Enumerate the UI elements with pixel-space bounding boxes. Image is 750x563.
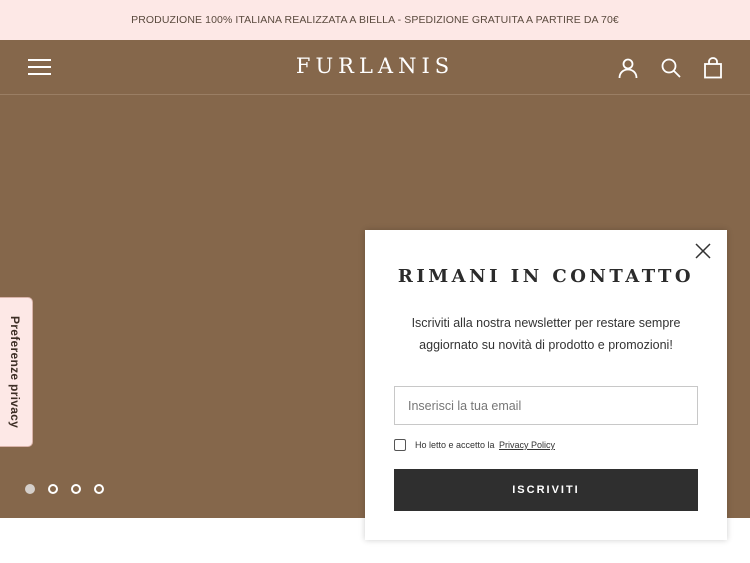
site-header: FURLANIS [0, 40, 750, 95]
account-icon[interactable] [616, 56, 640, 80]
consent-checkbox[interactable] [394, 439, 406, 451]
announcement-text: PRODUZIONE 100% ITALIANA REALIZZATA A BI… [131, 14, 619, 26]
slideshow-dots [25, 484, 104, 494]
subscribe-button[interactable]: ISCRIVITI [394, 469, 698, 511]
privacy-preferences-tab[interactable]: Preferenze privacy [0, 297, 33, 447]
search-icon[interactable] [659, 56, 683, 80]
consent-text: Ho letto e accetto la [415, 440, 495, 450]
slide-dot-3[interactable] [71, 484, 81, 494]
popup-title: RIMANI IN CONTATTO [397, 266, 695, 287]
privacy-policy-link[interactable]: Privacy Policy [499, 440, 555, 450]
slide-dot-1[interactable] [25, 484, 35, 494]
close-icon[interactable] [694, 242, 712, 260]
shopping-bag-icon[interactable] [701, 56, 725, 80]
announcement-bar: PRODUZIONE 100% ITALIANA REALIZZATA A BI… [0, 0, 750, 40]
newsletter-popup: RIMANI IN CONTATTO Iscriviti alla nostra… [365, 230, 727, 540]
privacy-tab-label: Preferenze privacy [8, 315, 22, 429]
slide-dot-4[interactable] [94, 484, 104, 494]
email-field[interactable] [394, 386, 698, 425]
popup-description: Iscriviti alla nostra newsletter per res… [411, 316, 681, 352]
slide-dot-2[interactable] [48, 484, 58, 494]
consent-row: Ho letto e accetto la Privacy Policy [394, 436, 555, 454]
